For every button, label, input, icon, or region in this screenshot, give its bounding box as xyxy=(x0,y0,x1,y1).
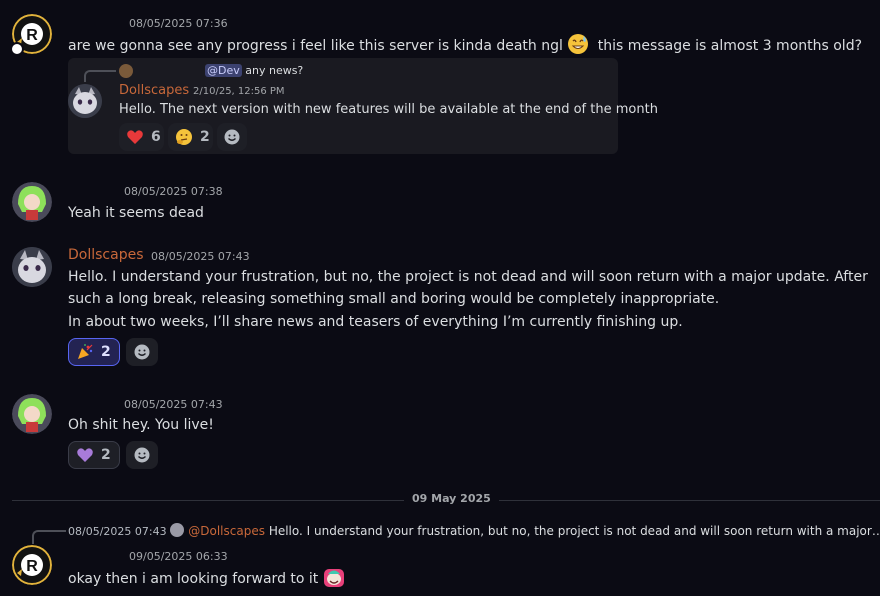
reply-connector xyxy=(32,530,66,544)
add-reaction-button[interactable] xyxy=(126,441,158,469)
message-timestamp: 2/10/25, 12:56 PM xyxy=(193,86,285,97)
custom-happy-emoji-icon xyxy=(323,566,345,588)
reply-mention[interactable]: @Dollscapes xyxy=(188,524,265,538)
message-timestamp: 08/05/2025 07:38 xyxy=(124,185,223,198)
svg-text:R: R xyxy=(26,558,38,575)
add-reaction-icon xyxy=(134,447,150,463)
thinking-face-icon xyxy=(175,128,193,146)
avatar-dollscapes[interactable] xyxy=(68,84,102,118)
avatar-status-badge xyxy=(10,42,24,56)
message-text-part: this message is almost 3 months old? xyxy=(597,38,863,54)
reaction-count: 2 xyxy=(200,129,210,145)
message-text-part: okay then i am looking forward to it xyxy=(68,571,319,587)
message-timestamp: 08/05/2025 07:36 xyxy=(129,17,228,30)
reaction-heart[interactable]: 6 xyxy=(119,123,164,151)
message-text-line: such a long break, releasing something s… xyxy=(68,291,720,307)
add-reaction-button[interactable] xyxy=(126,338,158,366)
message-text: Yeah it seems dead xyxy=(68,205,204,221)
reply-avatar-small xyxy=(170,523,185,537)
message-text-part: are we gonna see any progress i feel lik… xyxy=(68,38,563,54)
quoted-message-text: Hello. The next version with new feature… xyxy=(119,102,658,117)
reaction-count: 2 xyxy=(101,344,111,360)
message-text-line: Hello. I understand your frustration, bu… xyxy=(68,269,868,285)
reply-preview: @Dev any news? xyxy=(205,64,303,77)
reply-mention[interactable]: @Dev xyxy=(205,64,242,77)
message-timestamp: 08/05/2025 07:43 xyxy=(151,250,250,263)
svg-text:R: R xyxy=(26,27,38,44)
reaction-count: 6 xyxy=(151,129,161,145)
avatar-green-hair[interactable] xyxy=(12,182,52,222)
reply-preview-text: Hello. I understand your frustration, bu… xyxy=(268,524,880,538)
reaction-party-popper[interactable]: 2 xyxy=(68,338,120,366)
reply-connector xyxy=(84,70,116,82)
add-reaction-button[interactable] xyxy=(217,123,247,151)
message-text: okay then i am looking forward to it xyxy=(68,566,345,590)
reaction-count: 2 xyxy=(101,447,111,463)
avatar-dollscapes[interactable] xyxy=(12,247,52,287)
heart-red-icon xyxy=(126,128,144,146)
reply-preview-text: any news? xyxy=(245,64,304,77)
message-timestamp: 08/05/2025 07:43 xyxy=(124,398,223,411)
message-timestamp: 09/05/2025 06:33 xyxy=(129,550,228,563)
reaction-purple-heart[interactable]: 2 xyxy=(68,441,120,469)
avatar-r-logo[interactable]: R xyxy=(12,545,52,585)
party-popper-icon xyxy=(76,343,94,361)
avatar-green-hair[interactable] xyxy=(12,394,52,434)
message-author[interactable]: Dollscapes xyxy=(68,247,144,263)
date-divider-label: 09 May 2025 xyxy=(404,492,499,505)
reaction-thinking[interactable]: 2 xyxy=(168,123,213,151)
message-text: Oh shit hey. You live! xyxy=(68,417,214,433)
sweat-smile-emoji-icon xyxy=(567,33,589,55)
heart-purple-icon xyxy=(76,446,94,464)
message-author[interactable]: Dollscapes xyxy=(119,83,189,98)
message-text-line: In about two weeks, I’ll share news and … xyxy=(68,314,683,330)
reply-preview[interactable]: 08/05/2025 07:43 @Dollscapes Hello. I un… xyxy=(68,523,880,538)
add-reaction-icon xyxy=(224,129,240,145)
reply-timestamp: 08/05/2025 07:43 xyxy=(68,525,167,538)
reply-avatar-small xyxy=(119,64,133,78)
add-reaction-icon xyxy=(134,344,150,360)
message-text: are we gonna see any progress i feel lik… xyxy=(68,33,862,57)
